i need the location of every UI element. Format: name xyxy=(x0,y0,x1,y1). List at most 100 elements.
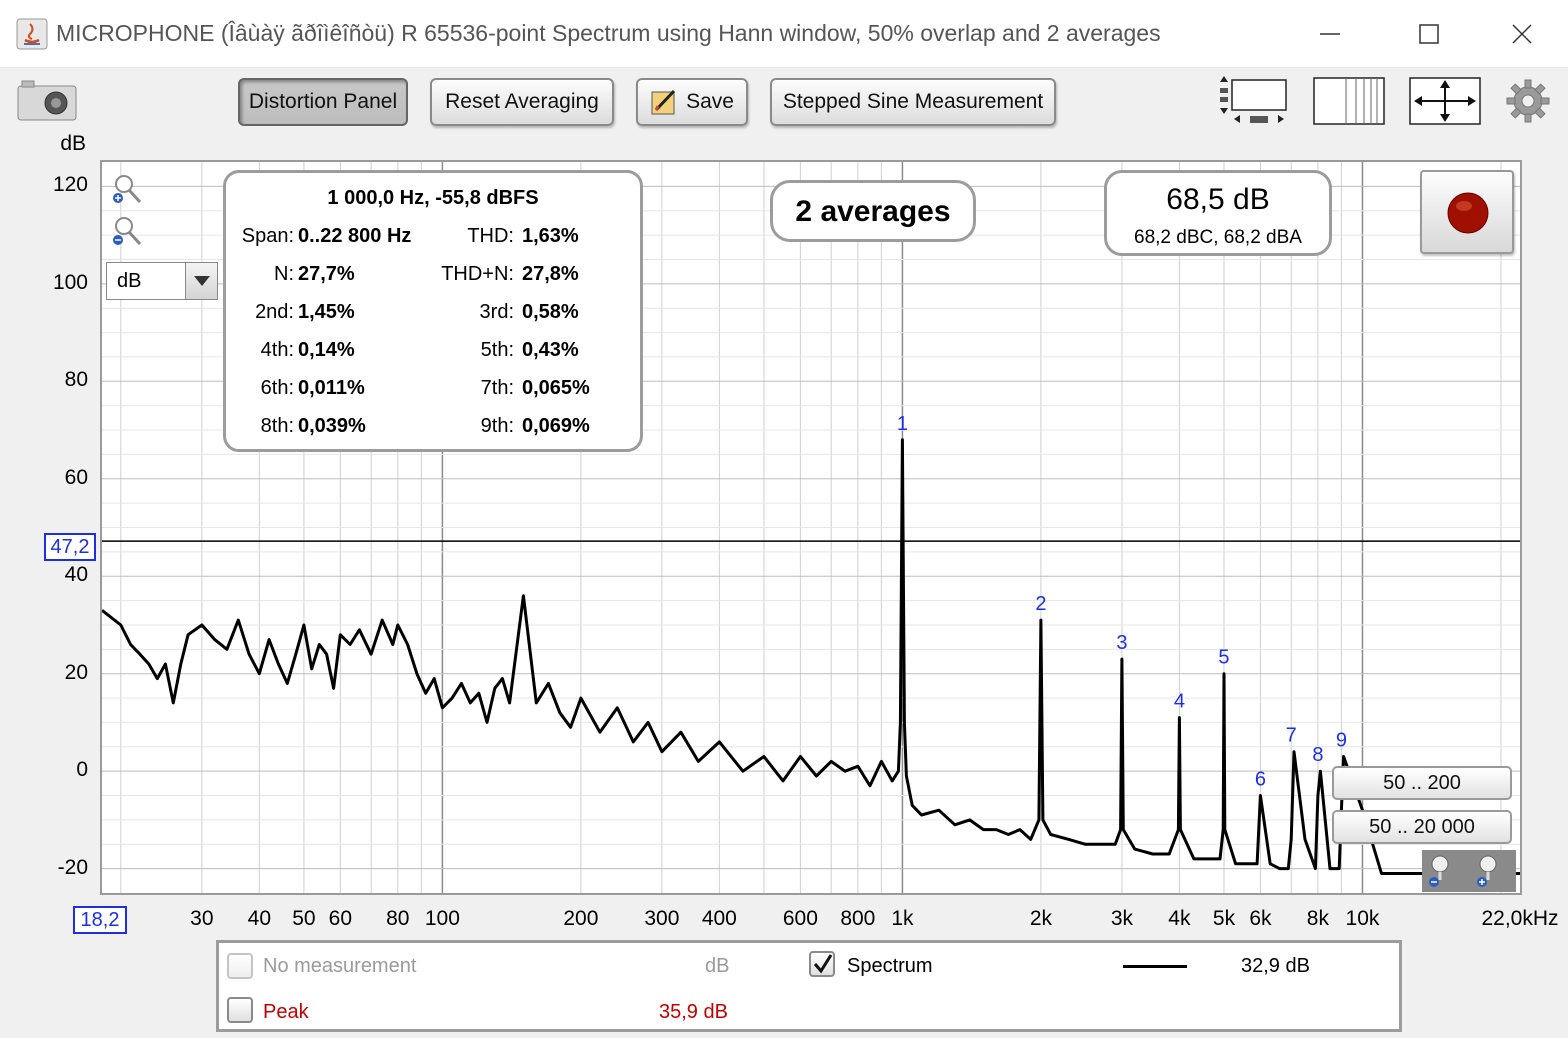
x-tick-label: 800 xyxy=(840,907,876,930)
no-measurement-label: No measurement xyxy=(263,955,417,977)
unit-select[interactable]: dB xyxy=(106,262,218,300)
dist-label: N: xyxy=(274,263,294,285)
y-tick-label: 120 xyxy=(52,173,88,197)
dist-value: 1,63% xyxy=(522,225,579,247)
no-measurement-checkbox[interactable] xyxy=(227,953,253,979)
close-button[interactable] xyxy=(1502,14,1542,54)
peak-label: Peak xyxy=(263,1001,309,1023)
x-tick-label: 2k xyxy=(1029,907,1052,930)
y-unit-label: dB xyxy=(60,132,86,155)
spectrum-value: 32,9 dB xyxy=(1241,955,1310,977)
record-button[interactable] xyxy=(1420,170,1514,254)
averages-box: 2 averages xyxy=(770,180,976,242)
x-tick-label: 200 xyxy=(563,907,599,930)
camera-icon[interactable] xyxy=(16,78,78,122)
dist-value: 0,14% xyxy=(298,339,355,361)
maximize-button[interactable] xyxy=(1409,14,1449,54)
spectrum-label: Spectrum xyxy=(847,955,933,977)
peak-checkbox[interactable] xyxy=(227,997,253,1023)
fit-vertical-icon[interactable] xyxy=(1214,76,1290,126)
spectrum-checkbox[interactable] xyxy=(809,951,835,977)
save-label: Save xyxy=(686,90,734,113)
x-tick-label: 10k xyxy=(1345,907,1380,930)
level-box: 68,5 dB 68,2 dBC, 68,2 dBA xyxy=(1104,170,1332,256)
y-tick-label: -20 xyxy=(57,855,88,879)
x-tick-label: 6k xyxy=(1249,907,1272,930)
x-tick-label: 40 xyxy=(247,907,271,930)
zoom-fit-arrows-icon[interactable] xyxy=(1408,76,1482,126)
no-measurement-unit: dB xyxy=(705,955,730,977)
title-bar: MICROPHONE (Îâùàÿ ãðîìêîñòü) R 65536-poi… xyxy=(0,0,1568,68)
harmonic-marker-5: 5 xyxy=(1218,647,1229,669)
x-tick-label: 50 xyxy=(292,907,316,930)
zoom-out-icon[interactable] xyxy=(110,214,144,248)
y-tick-label: 60 xyxy=(64,465,88,489)
spectrum-plot[interactable]: 1 2 3 4 5 6789 dB 1 000,0 Hz, -55,8 dBFS Span… xyxy=(100,160,1522,895)
y-tick-label: 100 xyxy=(52,270,88,294)
stepped-sine-button[interactable]: Stepped Sine Measurement xyxy=(770,78,1056,126)
settings-gear-icon[interactable] xyxy=(1505,78,1551,124)
dist-label: 7th: xyxy=(480,377,514,399)
dist-value: 1,45% xyxy=(298,301,355,323)
harmonic-marker-7: 7 xyxy=(1286,725,1297,747)
dist-label: 5th: xyxy=(480,339,514,361)
harmonic-marker-8: 8 xyxy=(1312,744,1323,766)
range-50-20000-button[interactable]: 50 .. 20 000 xyxy=(1332,810,1512,844)
dist-label: 9th: xyxy=(480,415,514,437)
dist-label: Span: xyxy=(241,225,294,247)
range-50-200-button[interactable]: 50 .. 200 xyxy=(1332,766,1512,800)
x-start-box[interactable]: 18,2 xyxy=(73,906,127,934)
x-tick-label: 22,0kHz xyxy=(1481,907,1559,930)
level-main: 68,5 dB xyxy=(1166,183,1270,216)
x-tick-label: 1k xyxy=(891,907,914,930)
dist-label: 3rd: xyxy=(479,301,514,323)
harmonic-marker-9: 9 xyxy=(1336,730,1347,752)
dist-value: 0,069% xyxy=(522,415,590,437)
minimize-button[interactable] xyxy=(1310,14,1350,54)
grid-columns-icon[interactable] xyxy=(1312,76,1386,126)
dist-label: 2nd: xyxy=(255,301,294,323)
dist-value: 0,039% xyxy=(298,415,366,437)
averages-label: 2 averages xyxy=(795,195,951,228)
save-button[interactable]: Save xyxy=(636,78,748,126)
reset-averaging-button[interactable]: Reset Averaging xyxy=(430,78,614,126)
legend-panel: No measurement dB Spectrum 32,9 dB Peak … xyxy=(216,940,1402,1032)
cursor-level-box[interactable]: 47,2 xyxy=(44,533,96,561)
distortion-panel-label: Distortion Panel xyxy=(248,90,398,113)
harmonic-marker-6: 6 xyxy=(1255,769,1266,791)
reset-averaging-label: Reset Averaging xyxy=(445,90,599,113)
x-tick-label: 100 xyxy=(424,907,460,930)
dist-label: 6th: xyxy=(260,377,294,399)
peak-value: 35,9 dB xyxy=(659,1001,728,1023)
x-tick-label: 400 xyxy=(701,907,737,930)
unit-select-dropdown[interactable] xyxy=(185,263,217,299)
harmonic-marker-3: 3 xyxy=(1116,632,1127,654)
toolbar: Distortion Panel Reset Averaging Save St… xyxy=(0,68,1568,148)
dist-value: 0,43% xyxy=(522,339,579,361)
y-tick-label: 80 xyxy=(64,368,88,392)
chevron-down-icon xyxy=(194,276,210,286)
save-pencil-icon xyxy=(651,89,676,115)
dist-value: 27,7% xyxy=(298,263,355,285)
y-tick-label: 40 xyxy=(64,563,88,587)
x-tick-label: 3k xyxy=(1110,907,1134,930)
freq-zoom-icons[interactable] xyxy=(1422,850,1516,892)
distortion-header: 1 000,0 Hz, -55,8 dBFS xyxy=(327,187,539,209)
java-app-icon xyxy=(16,18,48,50)
stepped-sine-label: Stepped Sine Measurement xyxy=(782,90,1044,113)
zoom-in-icon[interactable] xyxy=(110,172,144,206)
y-tick-label: 0 xyxy=(76,758,88,782)
x-tick-label: 30 xyxy=(190,907,214,930)
x-tick-label: 300 xyxy=(644,907,680,930)
unit-select-value: dB xyxy=(117,270,142,292)
x-tick-label: 600 xyxy=(782,907,818,930)
dist-value: 0,58% xyxy=(522,301,579,323)
spectrum-line-swatch xyxy=(1123,965,1187,968)
level-sub: 68,2 dBC, 68,2 dBA xyxy=(1134,227,1302,248)
record-icon xyxy=(1447,192,1489,234)
x-tick-label: 4k xyxy=(1168,907,1191,930)
dist-label: THD+N: xyxy=(441,263,514,285)
distortion-panel-button[interactable]: Distortion Panel xyxy=(238,78,408,126)
dist-value: 0..22 800 Hz xyxy=(298,225,412,247)
dist-value: 27,8% xyxy=(522,263,579,285)
